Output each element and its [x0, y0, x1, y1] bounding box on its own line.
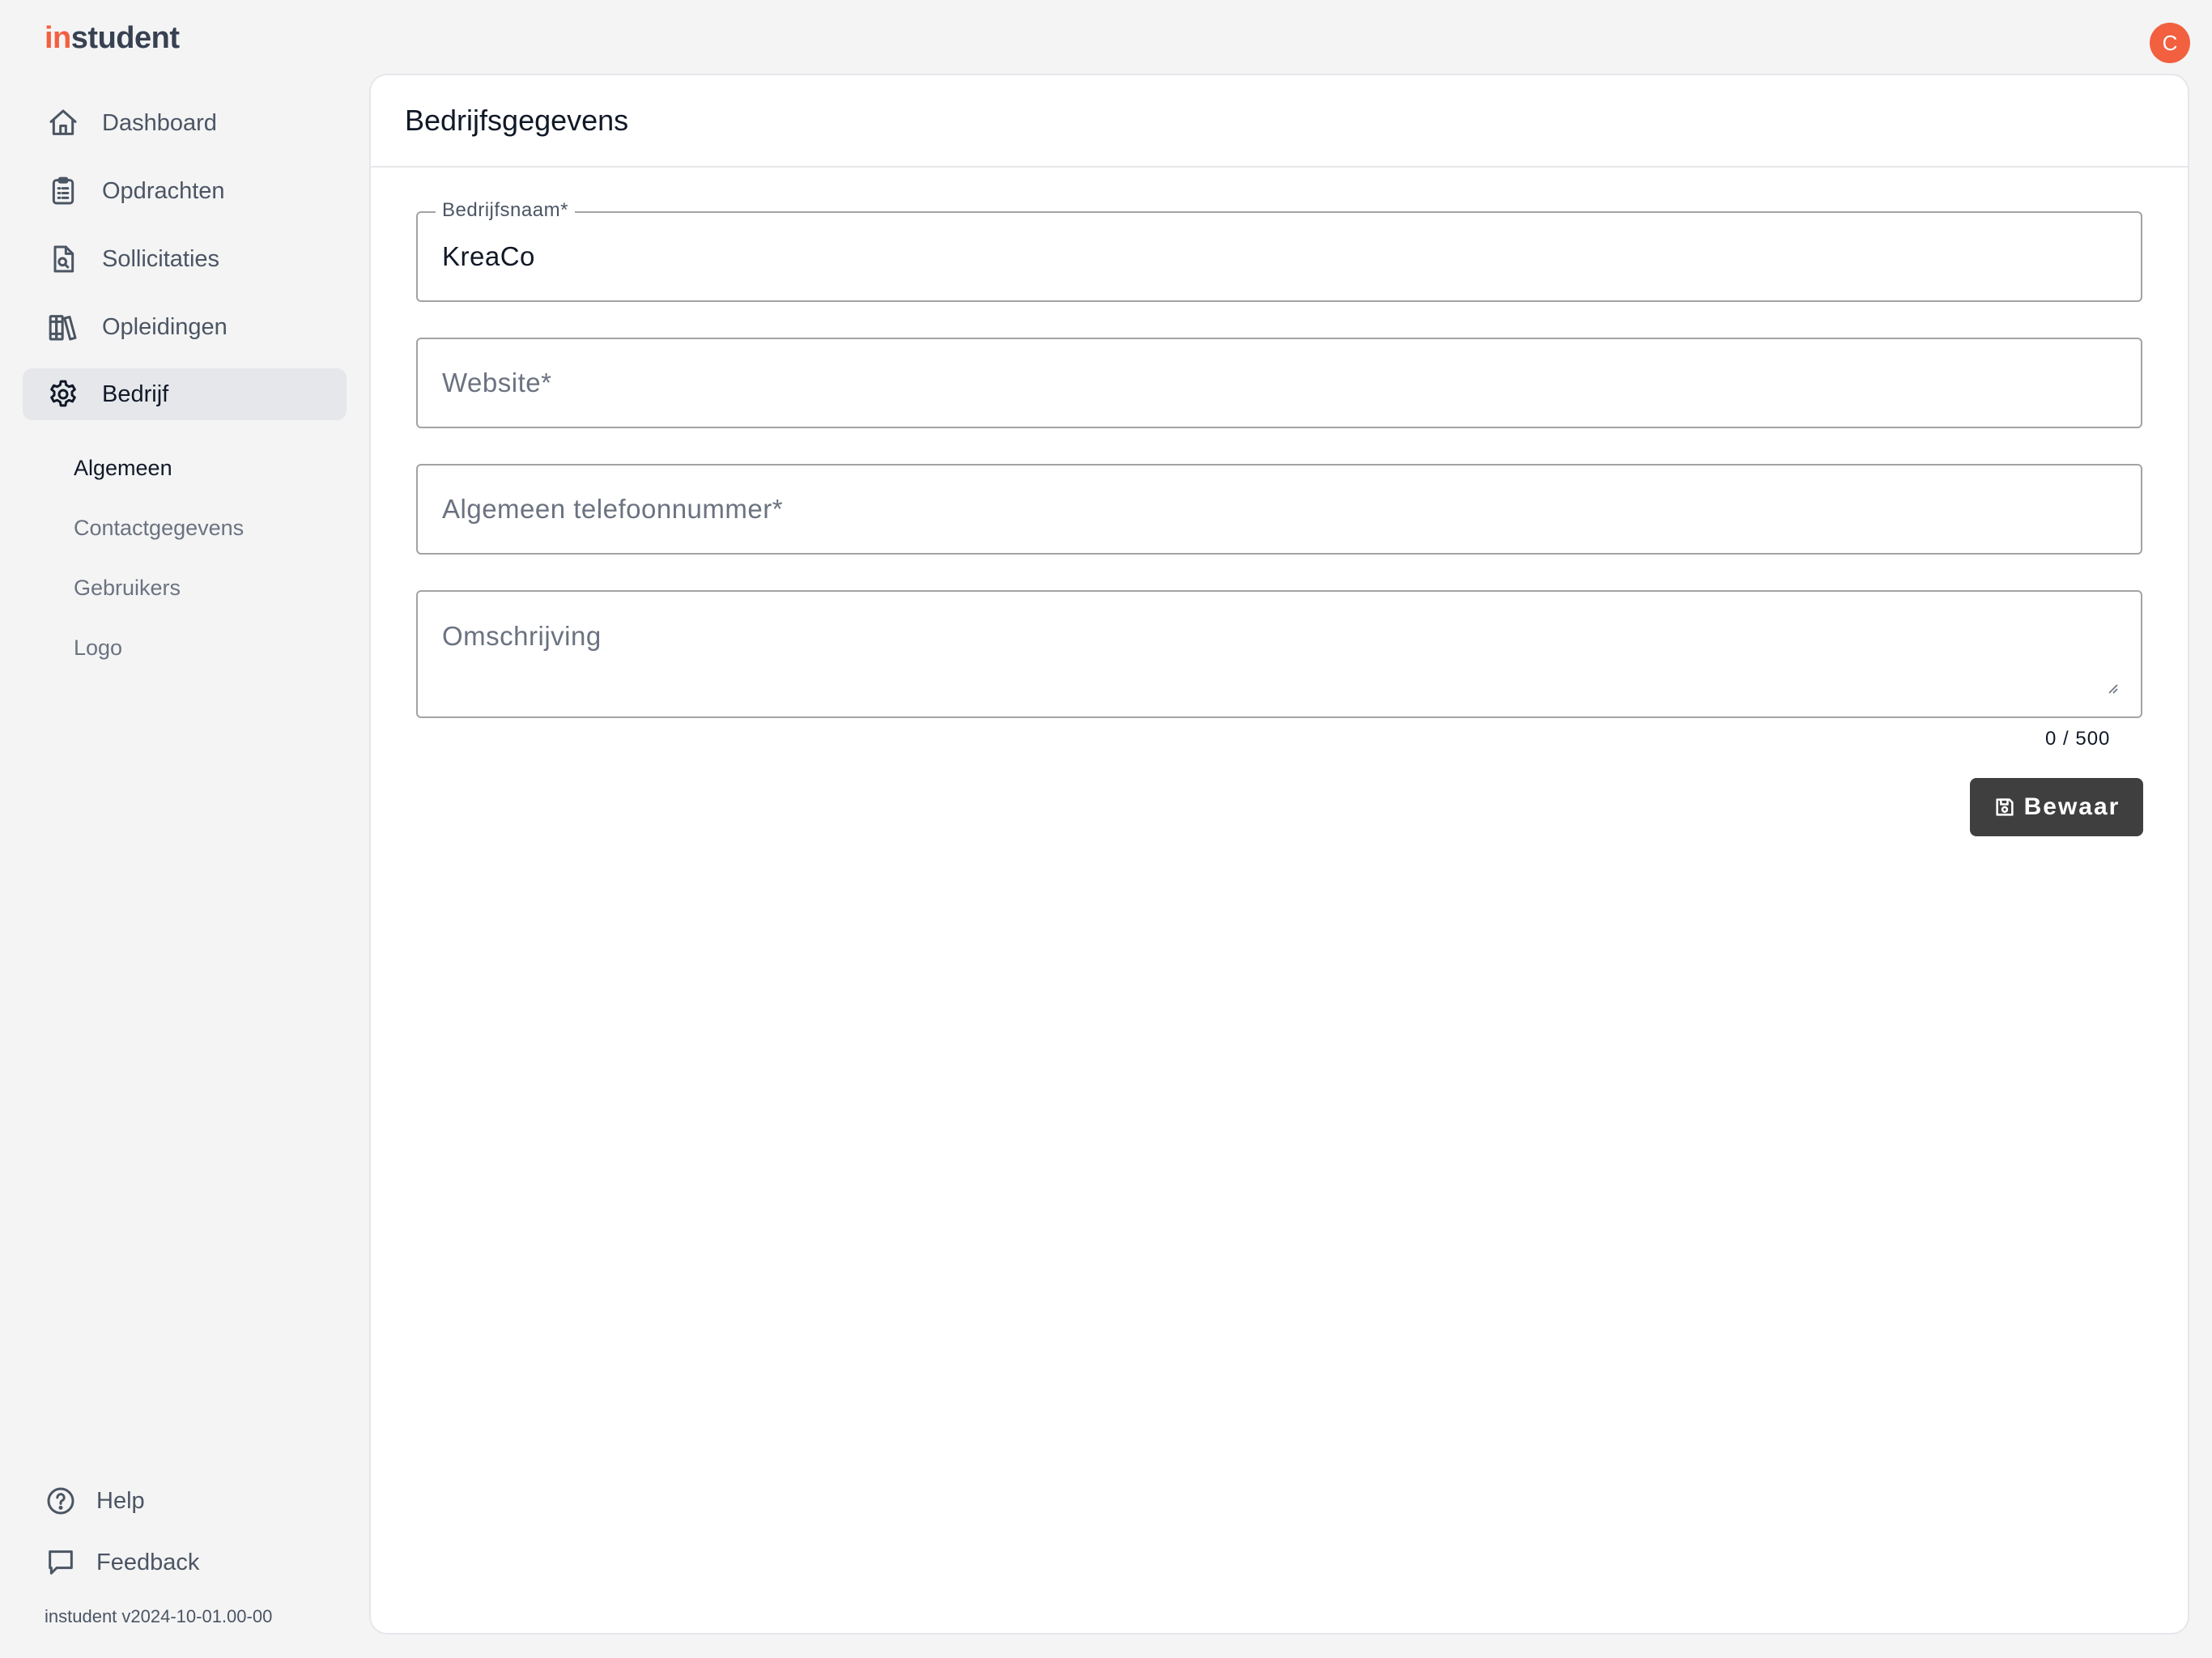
phone-placeholder: Algemeen telefoonnummer* — [442, 494, 784, 524]
feedback-link[interactable]: Feedback — [45, 1543, 199, 1582]
sidebar-item-opleidingen[interactable]: Opleidingen — [23, 301, 347, 353]
sidebar-item-bedrijf[interactable]: Bedrijf — [23, 368, 347, 420]
description-placeholder: Omschrijving — [442, 621, 602, 651]
app-version: instudent v2024-10-01.00-00 — [45, 1606, 273, 1626]
user-avatar[interactable]: C — [2150, 23, 2190, 63]
sidebar-item-label: Dashboard — [102, 109, 217, 136]
website-field[interactable]: Website* — [416, 338, 2142, 428]
subnav-logo[interactable]: Logo — [74, 636, 122, 661]
sidebar-item-label: Sollicitaties — [102, 245, 220, 272]
sidebar-item-label: Opdrachten — [102, 177, 225, 204]
help-label: Help — [96, 1487, 145, 1514]
gear-icon — [45, 376, 81, 412]
sidebar-item-sollicitaties[interactable]: Sollicitaties — [23, 233, 347, 285]
chat-bubble-icon — [49, 1550, 73, 1575]
help-link[interactable]: Help — [45, 1482, 145, 1520]
sidebar-item-dashboard[interactable]: Dashboard — [23, 97, 347, 149]
phone-field[interactable]: Algemeen telefoonnummer* — [416, 464, 2142, 555]
floppy-disk-icon — [1996, 798, 2014, 816]
resize-handle-icon[interactable] — [2105, 681, 2118, 694]
sidebar-item-label: Opleidingen — [102, 313, 228, 340]
clipboard-list-icon — [45, 173, 81, 209]
character-counter: 0 / 500 — [2045, 728, 2111, 750]
sidebar: Dashboard Opdrachten Sollicitaties Oplei… — [0, 0, 364, 1658]
company-details-card: Bedrijfsgegevens Bedrijfsnaam* KreaCo We… — [369, 74, 2189, 1635]
save-button-label: Bewaar — [2023, 793, 2121, 820]
company-name-value: KreaCo — [442, 241, 535, 271]
description-textarea[interactable]: Omschrijving — [416, 590, 2142, 718]
sidebar-item-opdrachten[interactable]: Opdrachten — [23, 165, 347, 217]
books-icon — [45, 309, 81, 345]
document-search-icon — [45, 241, 81, 277]
subnav-contactgegevens[interactable]: Contactgegevens — [74, 516, 244, 541]
subnav-gebruikers[interactable]: Gebruikers — [74, 576, 181, 601]
home-icon — [45, 105, 81, 141]
company-name-field[interactable]: Bedrijfsnaam* KreaCo — [416, 199, 2142, 302]
page-title: Bedrijfsgegevens — [371, 75, 2188, 168]
sidebar-item-label: Bedrijf — [102, 380, 169, 407]
help-circle-icon — [47, 1487, 74, 1515]
feedback-label: Feedback — [96, 1549, 200, 1575]
company-name-label: Bedrijfsnaam* — [436, 199, 575, 222]
subnav-algemeen[interactable]: Algemeen — [74, 456, 172, 481]
save-button[interactable]: Bewaar — [1970, 778, 2143, 836]
website-placeholder: Website* — [442, 368, 552, 397]
